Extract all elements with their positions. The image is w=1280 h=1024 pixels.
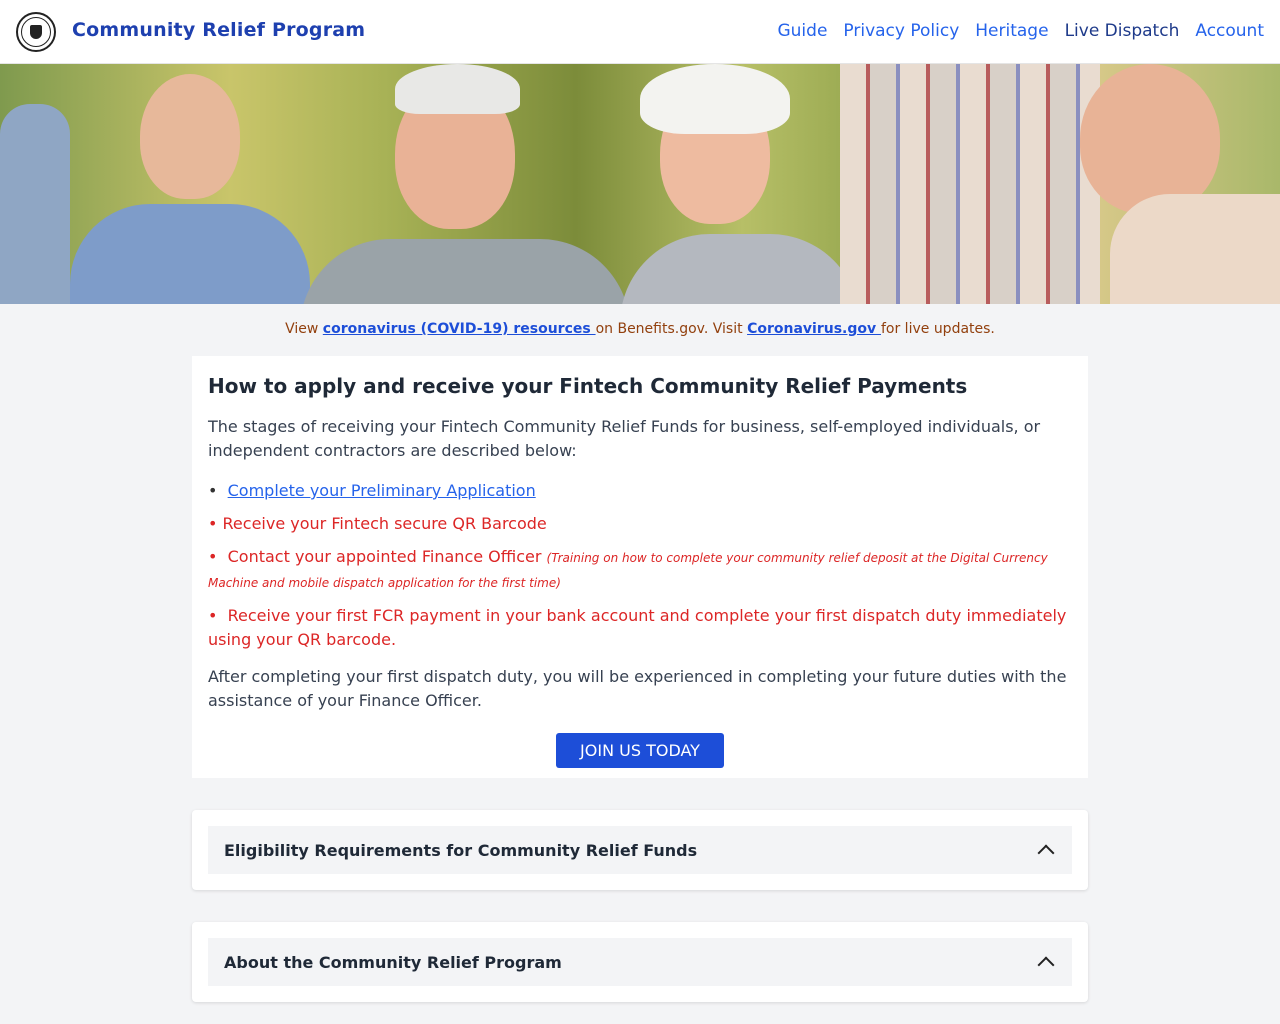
page-title: How to apply and receive your Fintech Co… xyxy=(208,374,968,398)
nav-guide[interactable]: Guide xyxy=(777,21,827,41)
list-item: • Complete your Preliminary Application xyxy=(208,479,1072,503)
step-text: Receive your Fintech secure QR Barcode xyxy=(222,514,547,533)
seal-logo-icon[interactable] xyxy=(16,12,56,52)
nav-heritage[interactable]: Heritage xyxy=(975,21,1048,41)
chevron-up-icon[interactable] xyxy=(1037,956,1055,974)
covid-notice: View coronavirus (COVID-19) resources on… xyxy=(0,321,1280,337)
covid-resources-link[interactable]: coronavirus (COVID-19) resources xyxy=(323,321,596,337)
join-us-button[interactable]: JOIN US TODAY xyxy=(556,733,724,768)
nav-account[interactable]: Account xyxy=(1195,21,1264,41)
main-nav: Guide Privacy Policy Heritage Live Dispa… xyxy=(777,21,1264,41)
chevron-up-icon[interactable] xyxy=(1037,844,1055,862)
nav-privacy-policy[interactable]: Privacy Policy xyxy=(843,21,959,41)
bullet-icon: • xyxy=(208,547,223,566)
bullet-icon: • xyxy=(208,514,223,533)
accordion-title: About the Community Relief Program xyxy=(224,952,562,972)
step-text: Receive your first FCR payment in your b… xyxy=(208,606,1067,649)
accordion-title: Eligibility Requirements for Community R… xyxy=(224,840,698,860)
apply-card: How to apply and receive your Fintech Co… xyxy=(192,356,1088,778)
accordion-header[interactable]: Eligibility Requirements for Community R… xyxy=(208,826,1072,874)
coronavirus-gov-link[interactable]: Coronavirus.gov xyxy=(747,321,881,337)
outro-text: After completing your first dispatch dut… xyxy=(208,667,1067,710)
list-item: • Contact your appointed Finance Officer… xyxy=(208,545,1072,595)
brand-title[interactable]: Community Relief Program xyxy=(72,19,365,41)
list-item: • Receive your Fintech secure QR Barcode xyxy=(208,512,1072,536)
preliminary-application-link[interactable]: Complete your Preliminary Application xyxy=(228,481,536,500)
step-text: Contact your appointed Finance Officer xyxy=(227,547,542,566)
nav-live-dispatch[interactable]: Live Dispatch xyxy=(1065,21,1180,41)
about-accordion: About the Community Relief Program xyxy=(192,922,1088,1002)
bullet-icon: • xyxy=(208,606,223,625)
notice-middle: on Benefits.gov. Visit xyxy=(595,321,748,337)
intro-text: The stages of receiving your Fintech Com… xyxy=(208,417,1041,460)
list-item: • Receive your first FCR payment in your… xyxy=(208,604,1072,652)
bullet-icon: • xyxy=(208,481,223,500)
eligibility-accordion: Eligibility Requirements for Community R… xyxy=(192,810,1088,890)
notice-suffix: for live updates. xyxy=(880,321,995,337)
steps-list: • Complete your Preliminary Application … xyxy=(208,479,1072,652)
hero-image xyxy=(0,64,1280,304)
notice-prefix: View xyxy=(285,321,323,337)
site-header: Community Relief Program Guide Privacy P… xyxy=(0,0,1280,64)
accordion-header[interactable]: About the Community Relief Program xyxy=(208,938,1072,986)
